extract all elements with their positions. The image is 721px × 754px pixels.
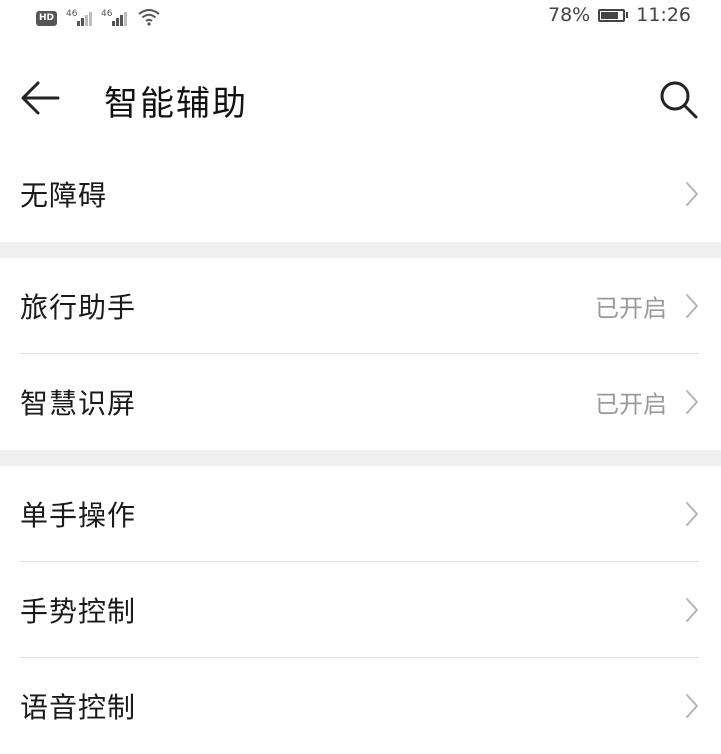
app-bar: 智能辅助 [0,60,721,136]
chevron-right-icon [685,693,699,719]
back-button[interactable] [18,78,62,118]
settings-item-label: 无障碍 [20,179,108,212]
settings-item-label: 旅行助手 [20,291,137,324]
settings-item-label: 语音控制 [20,691,137,724]
group-separator [0,450,721,466]
page-title: 智能辅助 [104,84,248,124]
signal-icon: 46 [66,9,92,26]
chevron-right-icon [685,389,699,415]
wifi-icon [137,8,161,26]
arrow-left-icon [21,81,60,115]
settings-item[interactable]: 智慧识屏 已开启 [0,354,721,450]
settings-item-label: 手势控制 [20,595,137,628]
status-icons-left: HD 46 46 [36,6,161,26]
signal-icon: 46 [101,9,127,26]
chevron-right-icon [685,597,699,623]
hd-icon: HD [36,11,57,26]
signal-network-label: 46 [101,9,113,19]
settings-item-status: 已开启 [595,294,667,323]
settings-item-label: 智慧识屏 [20,387,137,420]
chevron-right-icon [685,501,699,527]
settings-item-status: 已开启 [595,390,667,419]
status-icons-right: 78% 11:26 [548,4,691,26]
search-button[interactable] [657,78,699,120]
battery-percent: 78% [548,4,591,26]
battery-icon [598,8,629,22]
status-bar: HD 46 46 78% 11:26 [0,0,721,34]
settings-item[interactable]: 无障碍 [0,146,721,242]
settings-item[interactable]: 旅行助手 已开启 [0,258,721,354]
group-separator [0,242,721,258]
chevron-right-icon [685,181,699,207]
signal-network-label: 46 [66,9,78,19]
settings-list: 无障碍 旅行助手 已开启 智慧识屏 已开启 单手操作 手势控制 语音控制 [0,146,721,754]
settings-item[interactable]: 单手操作 [0,466,721,562]
search-icon [660,81,698,119]
settings-item[interactable]: 手势控制 [0,562,721,658]
clock: 11:26 [636,4,691,26]
settings-item-label: 单手操作 [20,499,137,532]
chevron-right-icon [685,293,699,319]
settings-item[interactable]: 语音控制 [0,658,721,754]
